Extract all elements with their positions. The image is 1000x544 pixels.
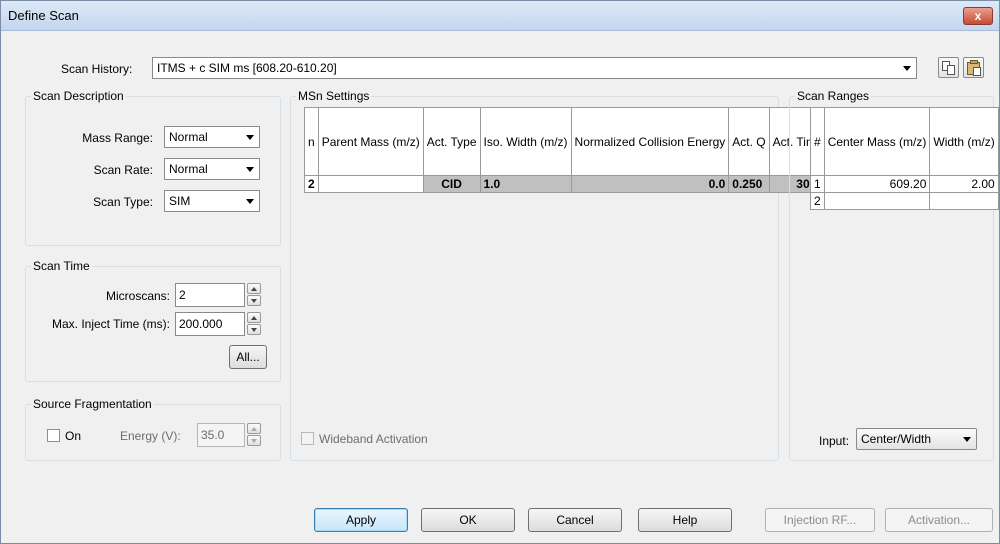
col-center-mass-header: Center Mass (m/z) [823, 107, 931, 176]
input-mode-dropdown[interactable]: Center/Width [856, 428, 977, 450]
source-frag-on-label: On [65, 429, 82, 443]
msn-settings-title: MSn Settings [296, 89, 372, 103]
injection-rf-button: Injection RF... [765, 508, 875, 532]
table-header-row: # Center Mass (m/z) Width (m/z) [810, 107, 999, 176]
scan-type-label: Scan Type: [93, 195, 153, 209]
microscans-label: Microscans: [105, 289, 170, 303]
spin-up-icon [247, 423, 261, 434]
scan-description-title: Scan Description [31, 89, 126, 103]
input-label: Input: [819, 434, 850, 448]
cell-center-mass[interactable] [823, 192, 931, 210]
scan-type-dropdown[interactable]: SIM [164, 190, 260, 212]
microscans-spinner[interactable] [247, 283, 261, 307]
energy-field: 35.0 [197, 423, 245, 447]
source-frag-on-checkbox[interactable] [47, 429, 60, 442]
spin-down-icon[interactable] [247, 324, 261, 335]
spin-down-icon[interactable] [247, 295, 261, 306]
copy-button[interactable] [938, 57, 959, 78]
spin-up-icon[interactable] [247, 312, 261, 323]
scan-rate-value: Normal [169, 162, 208, 176]
mass-range-label: Mass Range: [82, 131, 153, 145]
scan-rate-label: Scan Rate: [93, 163, 153, 177]
table-header-row: n Parent Mass (m/z) Act. Type Iso. Width… [304, 107, 854, 176]
table-row[interactable]: 1 609.20 2.00 [810, 175, 999, 193]
scan-type-value: SIM [169, 194, 191, 208]
define-scan-dialog: Define Scan x Scan History: ITMS + c SIM… [0, 0, 1000, 544]
mass-range-dropdown[interactable]: Normal [164, 126, 260, 148]
scan-ranges-title: Scan Ranges [795, 89, 872, 103]
scan-time-title: Scan Time [31, 259, 92, 273]
max-inject-label: Max. Inject Time (ms): [51, 317, 170, 331]
col-act-type-header: Act. Type [422, 107, 481, 176]
table-row[interactable]: 2 CID 1.0 0.0 0.250 30.00 [304, 175, 854, 193]
scan-history-value: ITMS + c SIM ms [608.20-610.20] [157, 61, 337, 75]
scan-rate-dropdown[interactable]: Normal [164, 158, 260, 180]
cell-parent-mass[interactable] [317, 175, 424, 193]
wideband-activation-checkbox [301, 432, 314, 445]
close-button[interactable]: x [963, 7, 993, 25]
col-index-header: # [810, 107, 825, 176]
col-iso-width-header: Iso. Width (m/z) [479, 107, 572, 176]
wideband-activation-label: Wideband Activation [319, 432, 428, 446]
cell-width[interactable] [929, 192, 999, 210]
table-row[interactable]: 2 [810, 192, 999, 210]
cell-act-type[interactable]: CID [422, 175, 481, 193]
col-act-q-header: Act. Q [728, 107, 770, 176]
energy-spinner [247, 423, 261, 447]
col-width-header: Width (m/z) [929, 107, 999, 176]
help-button[interactable]: Help [638, 508, 732, 532]
cell-n: 2 [304, 175, 319, 193]
spin-down-icon [247, 435, 261, 446]
cell-nce[interactable]: 0.0 [570, 175, 730, 193]
col-n-header: n [304, 107, 319, 176]
scan-history-dropdown[interactable]: ITMS + c SIM ms [608.20-610.20] [152, 57, 917, 79]
cancel-button[interactable]: Cancel [528, 508, 622, 532]
col-nce-header: Normalized Collision Energy [570, 107, 730, 176]
input-mode-value: Center/Width [861, 432, 932, 446]
spin-up-icon[interactable] [247, 283, 261, 294]
source-fragmentation-title: Source Fragmentation [31, 397, 154, 411]
scan-history-label: Scan History: [61, 62, 133, 76]
max-inject-field[interactable]: 200.000 [175, 312, 245, 336]
apply-button[interactable]: Apply [314, 508, 408, 532]
cell-iso-width[interactable]: 1.0 [479, 175, 572, 193]
ok-button[interactable]: OK [421, 508, 515, 532]
dropdown-arrow-icon [246, 135, 254, 140]
scan-ranges-table: # Center Mass (m/z) Width (m/z) 1 609.20… [810, 107, 999, 210]
dropdown-arrow-icon [903, 66, 911, 71]
mass-range-value: Normal [169, 130, 208, 144]
cell-center-mass[interactable]: 609.20 [823, 175, 931, 193]
cell-index: 1 [810, 175, 825, 193]
dropdown-arrow-icon [963, 437, 971, 442]
close-icon: x [974, 9, 982, 23]
title-bar: Define Scan x [1, 1, 999, 31]
cell-width[interactable]: 2.00 [929, 175, 999, 193]
activation-button: Activation... [885, 508, 993, 532]
energy-label: Energy (V): [120, 429, 181, 443]
microscans-field[interactable]: 2 [175, 283, 245, 307]
window-title: Define Scan [8, 8, 79, 23]
msn-settings-table: n Parent Mass (m/z) Act. Type Iso. Width… [304, 107, 854, 193]
dropdown-arrow-icon [246, 199, 254, 204]
dropdown-arrow-icon [246, 167, 254, 172]
paste-button[interactable] [963, 57, 984, 78]
all-button[interactable]: All... [229, 345, 267, 369]
cell-index: 2 [810, 192, 825, 210]
cell-act-q[interactable]: 0.250 [728, 175, 770, 193]
col-parent-mass-header: Parent Mass (m/z) [317, 107, 424, 176]
max-inject-spinner[interactable] [247, 312, 261, 336]
